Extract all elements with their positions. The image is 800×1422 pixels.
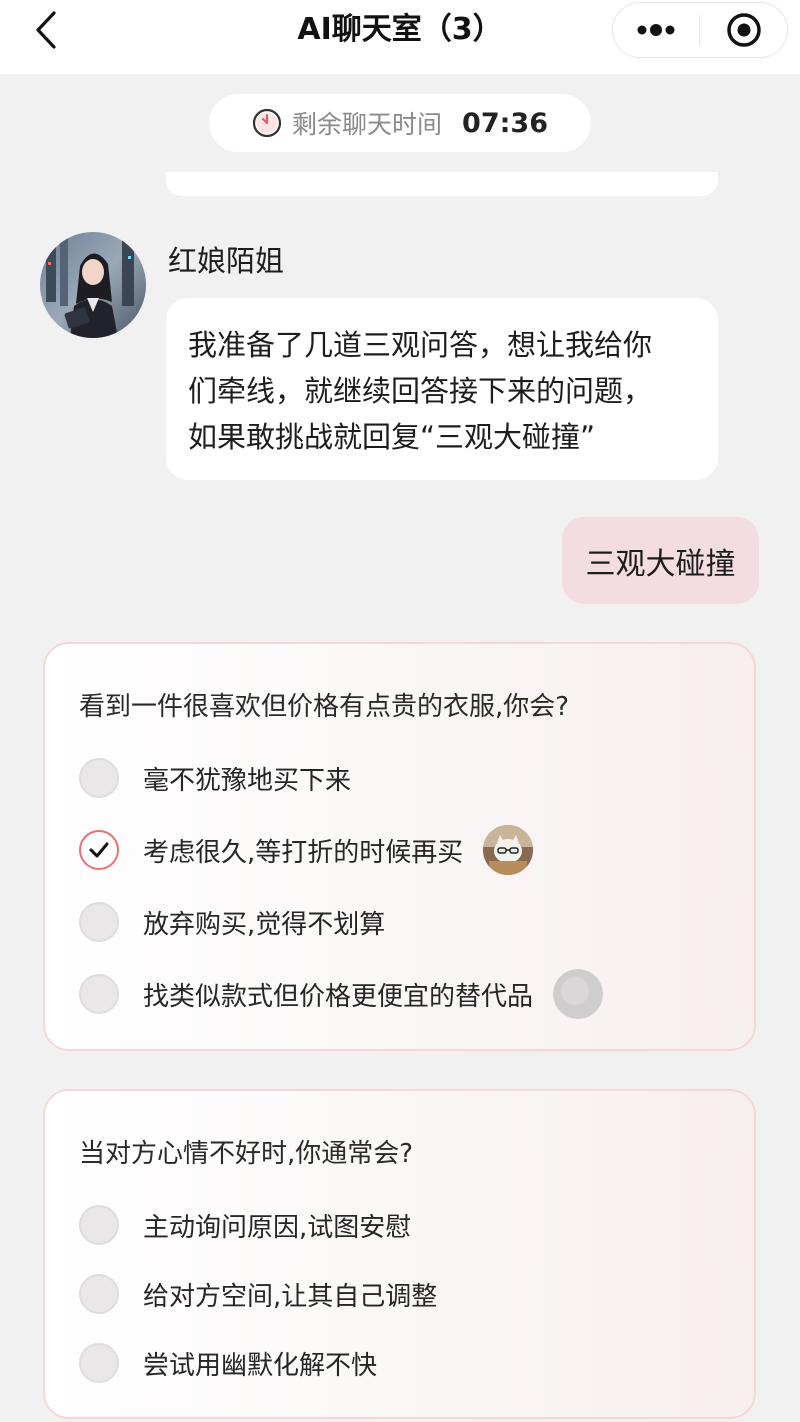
question-text: 看到一件很喜欢但价格有点贵的衣服,你会? [79, 692, 570, 722]
answer-option-selected[interactable]: 考虑很久,等打折的时候再买 [79, 825, 534, 875]
previous-message-bubble [166, 172, 718, 196]
option-label: 给对方空间,让其自己调整 [143, 1281, 438, 1312]
question-card: 当对方心情不好时,你通常会? 主动询问原因,试图安慰 给对方空间,让其自己调整 … [43, 1089, 756, 1419]
answer-option[interactable]: 尝试用幽默化解不快 [79, 1341, 377, 1385]
radio-button[interactable] [79, 1274, 119, 1314]
option-label: 找类似款式但价格更便宜的替代品 [143, 981, 534, 1012]
answer-option[interactable]: 毫不犹豫地买下来 [79, 756, 351, 800]
ai-avatar[interactable] [40, 232, 146, 338]
option-label: 尝试用幽默化解不快 [143, 1350, 378, 1381]
more-dots-icon [637, 24, 675, 36]
target-icon [726, 13, 761, 47]
close-miniprogram-button[interactable] [700, 3, 787, 57]
timer-value: 07:36 [462, 107, 548, 139]
clock-icon [252, 108, 282, 138]
ai-message-line: 们牵线，就继续回答接下来的问题， [188, 374, 653, 408]
chooser-avatar [483, 825, 534, 875]
remaining-time-pill: 剩余聊天时间 07:36 [209, 94, 591, 152]
chevron-left-icon [36, 11, 56, 49]
radio-button[interactable] [79, 1343, 119, 1383]
radio-button[interactable] [79, 1205, 119, 1245]
question-card: 看到一件很喜欢但价格有点贵的衣服,你会? 毫不犹豫地买下来 考虑很久,等打折的时… [43, 642, 756, 1051]
radio-button[interactable] [79, 974, 119, 1014]
ai-message-line: 我准备了几道三观问答，想让我给你 [188, 328, 653, 362]
option-label: 放弃购买,觉得不划算 [143, 909, 386, 940]
option-label: 主动询问原因,试图安慰 [143, 1212, 412, 1243]
ai-message-line: 如果敢挑战就回复“三观大碰撞” [188, 420, 596, 454]
answer-option[interactable]: 放弃购买,觉得不划算 [79, 900, 385, 944]
answer-option[interactable]: 给对方空间,让其自己调整 [79, 1272, 437, 1316]
top-nav-bar: AI聊天室（3） [0, 0, 800, 74]
blank-avatar-image [553, 969, 604, 1019]
cat-avatar-image [483, 825, 534, 875]
option-label: 毫不犹豫地买下来 [143, 765, 352, 796]
ai-message-bubble: 我准备了几道三观问答，想让我给你 们牵线，就继续回答接下来的问题， 如果敢挑战就… [166, 298, 718, 480]
timer-label: 剩余聊天时间 [292, 110, 443, 139]
user-message-bubble: 三观大碰撞 [562, 517, 759, 604]
answer-option[interactable]: 找类似款式但价格更便宜的替代品 [79, 969, 604, 1019]
radio-button[interactable] [79, 758, 119, 798]
answer-option[interactable]: 主动询问原因,试图安慰 [79, 1203, 411, 1247]
chooser-avatar [553, 969, 604, 1019]
back-button[interactable] [24, 8, 68, 52]
mini-program-capsule [612, 2, 788, 58]
more-button[interactable] [613, 3, 699, 57]
sender-name: 红娘陌姐 [168, 244, 285, 278]
option-label: 考虑很久,等打折的时候再买 [143, 837, 464, 868]
matchmaker-avatar-image [40, 232, 146, 338]
question-text: 当对方心情不好时,你通常会? [79, 1139, 414, 1169]
radio-button[interactable] [79, 902, 119, 942]
checkmark-icon [89, 842, 109, 858]
radio-button-checked[interactable] [79, 830, 119, 870]
